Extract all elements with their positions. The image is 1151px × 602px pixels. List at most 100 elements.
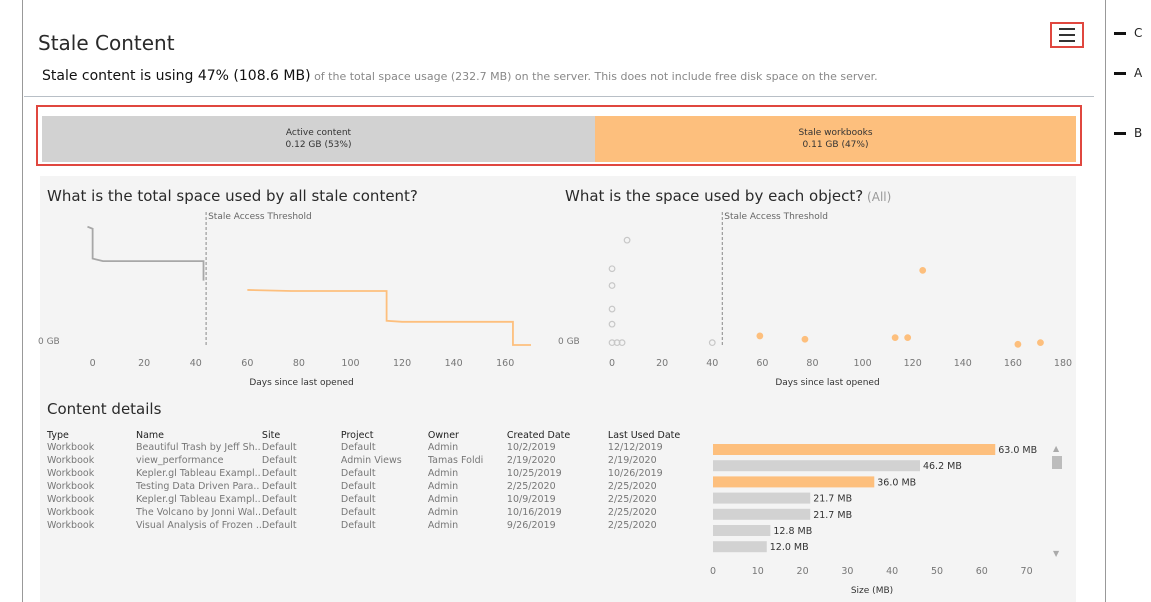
table-cell: Tamas Foldi — [427, 455, 484, 466]
table-cell: 2/25/2020 — [607, 507, 657, 518]
table-row[interactable]: Workbook Visual Analysis of Frozen .. Defa… — [47, 519, 708, 532]
space-usage-bar: Active content 0.12 GB (53%) Stale workb… — [36, 105, 1082, 166]
data-point — [756, 332, 764, 340]
table-cell: Testing Data Driven Para.. — [136, 481, 260, 492]
table-cell: Default — [340, 494, 376, 505]
table-cell: view_performance — [136, 455, 224, 466]
table-row[interactable]: Workbook Testing Data Driven Para.. Defaul… — [47, 480, 708, 493]
summary-lead: Stale content is using 47% (108.6 MB) — [42, 68, 311, 84]
size-bar-label: 21.7 MB — [813, 494, 852, 505]
active-content-value: 0.12 GB (53%) — [285, 140, 352, 150]
x-tick-label: 160 — [1004, 358, 1022, 369]
stale-summary: Stale content is using 47% (108.6 MB) of… — [42, 68, 878, 84]
callout-b: B — [1114, 126, 1142, 140]
table-cell: Default — [340, 507, 376, 518]
x-tick-label: 120 — [904, 358, 922, 369]
data-point — [919, 267, 927, 274]
x-axis-label: Days since last opened — [775, 378, 879, 388]
table-cell: 2/25/2020 — [607, 481, 657, 492]
x-tick-label: 20 — [797, 566, 809, 577]
content-details-table: Type Name Site Project Owner Created Date Last… — [47, 429, 708, 532]
table-cell: 2/25/2020 — [506, 481, 556, 492]
size-bar — [713, 444, 996, 455]
table-cell: Workbook — [47, 442, 95, 453]
scroll-up-icon[interactable]: ▲ — [1053, 444, 1059, 453]
total-space-chart[interactable]: 0 GB 0 20 40 60 80 100 120 140 160 Days since last… — [0, 208, 560, 393]
table-cell: 2/25/2020 — [607, 494, 657, 505]
table-cell: Workbook — [47, 507, 95, 518]
table-cell: Admin — [427, 442, 459, 453]
column-header[interactable]: Project — [341, 429, 428, 441]
column-header[interactable]: Created Date — [507, 429, 608, 441]
table-cell: 9/26/2019 — [506, 520, 556, 531]
column-header[interactable]: Type — [47, 429, 136, 441]
object-space-chart-title: What is the space used by each object? (… — [565, 187, 892, 205]
active-content-segment[interactable]: Active content 0.12 GB (53%) — [42, 116, 595, 162]
column-header[interactable]: Site — [262, 429, 341, 441]
hamburger-menu-icon[interactable] — [1050, 22, 1084, 48]
callout-dash — [1114, 72, 1126, 75]
x-tick-label: 50 — [931, 566, 943, 577]
threshold-label: Stale Access Threshold — [724, 212, 828, 222]
size-bar-label: 21.7 MB — [813, 510, 852, 521]
table-cell: Visual Analysis of Frozen .. — [136, 520, 262, 531]
table-cell: Kepler.gl Tableau Exampl.. — [136, 494, 261, 505]
table-cell: Default — [261, 468, 297, 479]
data-point — [608, 320, 616, 328]
y-tick-label: 0 GB — [558, 337, 580, 347]
x-tick-label: 80 — [293, 358, 305, 369]
size-bar-label: 12.0 MB — [770, 542, 809, 553]
table-cell: Default — [261, 455, 297, 466]
x-tick-label: 180 — [1054, 358, 1072, 369]
scroll-thumb[interactable] — [1052, 456, 1062, 469]
table-cell: Admin — [427, 468, 459, 479]
x-tick-label: 120 — [393, 358, 411, 369]
scroll-down-icon[interactable]: ▼ — [1053, 549, 1059, 558]
table-row[interactable]: Workbook Kepler.gl Tableau Exampl.. Defaul… — [47, 493, 708, 506]
table-row[interactable]: Workbook The Volcano by Jonni Wal.. Defaul… — [47, 506, 708, 519]
table-row[interactable]: Workbook Kepler.gl Tableau Exampl.. Defaul… — [47, 467, 708, 480]
x-tick-label: 30 — [841, 566, 853, 577]
table-row[interactable]: Workbook view_performance Default Admin Vie… — [47, 454, 708, 467]
data-point — [608, 265, 616, 273]
content-details-title: Content details — [47, 400, 162, 418]
size-bar-label: 12.8 MB — [773, 526, 812, 537]
x-tick-label: 160 — [496, 358, 514, 369]
threshold-label: Stale Access Threshold — [208, 212, 312, 222]
size-bar — [713, 492, 811, 504]
stale-workbooks-segment[interactable]: Stale workbooks 0.11 GB (47%) — [595, 116, 1076, 162]
callout-dash — [1114, 32, 1126, 35]
table-cell: Default — [340, 468, 376, 479]
table-cell: The Volcano by Jonni Wal.. — [136, 507, 262, 518]
column-header[interactable]: Name — [136, 429, 262, 441]
table-cell: Default — [261, 481, 297, 492]
column-header[interactable]: Owner — [428, 429, 507, 441]
data-point — [608, 282, 616, 289]
table-cell: 2/25/2020 — [607, 520, 657, 531]
x-tick-label: 140 — [954, 358, 972, 369]
size-bar-label: 36.0 MB — [877, 477, 916, 488]
table-cell: Admin — [427, 494, 459, 505]
x-tick-label: 10 — [752, 566, 764, 577]
size-bar-label: 46.2 MB — [923, 461, 962, 472]
active-content-label: Active content — [285, 128, 352, 138]
x-tick-label: 20 — [138, 358, 150, 369]
table-row[interactable]: Workbook Beautiful Trash by Jeff Sh.. Defa… — [47, 441, 708, 454]
size-bar-chart[interactable]: 63.0 MB46.2 MB36.0 MB21.7 MB21.7 MB12.8 … — [700, 436, 1050, 600]
x-tick-label: 100 — [854, 358, 872, 369]
data-point — [904, 334, 912, 342]
series-line — [87, 225, 205, 281]
x-tick-label: 70 — [1021, 566, 1033, 577]
callout-c: C — [1114, 26, 1142, 40]
object-space-chart[interactable]: 0 GB 0 20 40 60 80 100 120 140 160 180 Days since l… — [540, 208, 1080, 393]
all-filter-label[interactable]: (All) — [863, 190, 891, 204]
table-cell: Admin Views — [340, 455, 402, 466]
size-bar-label: 63.0 MB — [998, 445, 1037, 456]
table-cell: 10/16/2019 — [506, 507, 562, 518]
table-cell: 12/12/2019 — [607, 442, 663, 453]
x-tick-label: 60 — [241, 358, 253, 369]
table-cell: Beautiful Trash by Jeff Sh.. — [136, 442, 261, 453]
table-cell: 2/19/2020 — [607, 455, 657, 466]
column-header[interactable]: Last Used Date — [608, 429, 708, 441]
table-scrollbar[interactable]: ▲ ▼ — [1050, 444, 1064, 558]
